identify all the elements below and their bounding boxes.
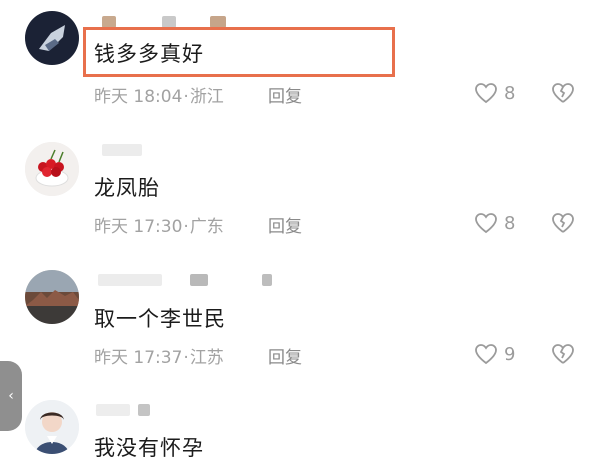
username-blurred[interactable] bbox=[92, 274, 292, 288]
username-blurred[interactable] bbox=[92, 144, 292, 158]
dislike-button[interactable] bbox=[551, 82, 575, 108]
comment-text: 我没有怀孕 bbox=[94, 436, 204, 460]
like-count: 8 bbox=[504, 82, 516, 104]
comment-meta: 昨天 17:37·江苏 bbox=[94, 348, 224, 368]
reply-button[interactable]: 回复 bbox=[268, 82, 302, 107]
broken-heart-icon bbox=[552, 344, 574, 364]
side-collapse-tab[interactable]: ‹ bbox=[0, 361, 22, 431]
avatar[interactable] bbox=[25, 270, 79, 324]
like-button[interactable]: 8 bbox=[474, 212, 515, 234]
dislike-button[interactable] bbox=[551, 212, 575, 238]
heart-outline-icon bbox=[475, 83, 497, 104]
heart-outline-icon bbox=[475, 213, 497, 234]
comment-time: 昨天 17:37 bbox=[94, 348, 183, 368]
comment-meta: 昨天 17:30·广东 bbox=[94, 217, 224, 237]
like-count: 8 bbox=[504, 212, 516, 234]
chevron-left-icon: ‹ bbox=[8, 388, 14, 404]
avatar-image bbox=[25, 400, 79, 454]
like-count: 9 bbox=[504, 343, 516, 365]
broken-heart-icon bbox=[552, 213, 574, 233]
avatar[interactable] bbox=[25, 400, 79, 454]
comment-text: 取一个李世民 bbox=[94, 307, 226, 331]
like-button[interactable]: 8 bbox=[474, 82, 515, 104]
avatar-image bbox=[25, 142, 79, 196]
reply-button[interactable]: 回复 bbox=[268, 212, 302, 237]
comment-time: 昨天 18:04 bbox=[94, 87, 183, 107]
avatar[interactable] bbox=[25, 142, 79, 196]
comment-location: 浙江 bbox=[189, 87, 224, 107]
avatar[interactable] bbox=[25, 11, 79, 65]
highlight-annotation-box bbox=[83, 27, 395, 77]
like-button[interactable]: 9 bbox=[474, 343, 515, 365]
broken-heart-icon bbox=[552, 83, 574, 103]
avatar-image bbox=[25, 270, 79, 324]
comment-text: 龙凤胎 bbox=[94, 176, 160, 200]
dislike-button[interactable] bbox=[551, 343, 575, 369]
comment-meta: 昨天 18:04·浙江 bbox=[94, 87, 224, 107]
comment-location: 江苏 bbox=[189, 348, 224, 368]
avatar-image bbox=[25, 11, 79, 65]
heart-outline-icon bbox=[475, 344, 497, 365]
username-blurred[interactable] bbox=[92, 404, 292, 418]
comment-location: 广东 bbox=[189, 217, 224, 237]
comment-time: 昨天 17:30 bbox=[94, 217, 183, 237]
reply-button[interactable]: 回复 bbox=[268, 343, 302, 368]
